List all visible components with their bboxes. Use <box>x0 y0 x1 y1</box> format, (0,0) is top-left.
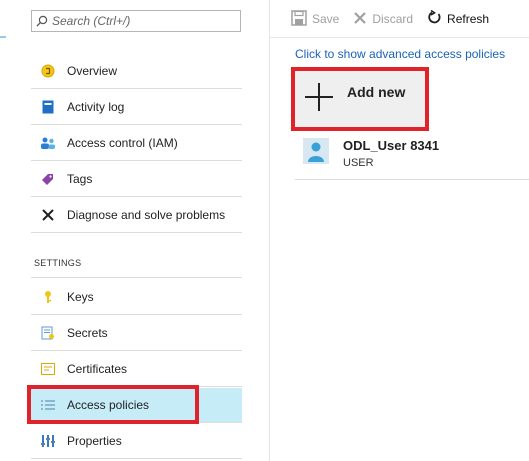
discard-label: Discard <box>372 12 414 26</box>
highlight-access-policies <box>27 385 199 424</box>
nav-item-label: Secrets <box>67 326 108 340</box>
people-icon <box>31 136 63 150</box>
nav-item-label: Activity log <box>67 100 125 114</box>
key-icon <box>31 290 63 304</box>
resource-menu-pane: Search (Ctrl+/) Overview Activity log Ac… <box>0 0 262 461</box>
search-icon <box>32 15 52 27</box>
discard-button[interactable]: Discard <box>353 11 413 28</box>
highlight-add-new <box>291 67 429 131</box>
properties-icon <box>31 434 63 448</box>
nav-item-label: Properties <box>67 434 122 448</box>
toolbar-divider <box>270 37 529 38</box>
certificate-icon <box>31 363 63 375</box>
refresh-icon <box>427 9 442 28</box>
wrench-icon <box>31 208 63 222</box>
access-policy-row[interactable]: ODL_User 8341 USER <box>295 134 529 180</box>
nav-item-label: Access control (IAM) <box>67 136 178 150</box>
nav-item-tags[interactable]: Tags <box>31 162 242 197</box>
nav-item-keys[interactable]: Keys <box>31 280 242 315</box>
nav-item-properties[interactable]: Properties <box>31 424 242 459</box>
search-input[interactable]: Search (Ctrl+/) <box>52 14 130 28</box>
nav-item-label: Overview <box>67 64 118 78</box>
secret-document-icon <box>31 326 63 340</box>
refresh-button[interactable]: Refresh <box>427 9 490 28</box>
user-type: USER <box>343 157 374 169</box>
nav-item-certificates[interactable]: Certificates <box>31 352 242 387</box>
pane-divider <box>269 0 270 461</box>
activity-log-icon <box>31 100 63 114</box>
settings-heading: SETTINGS <box>34 258 82 268</box>
advanced-access-policies-link[interactable]: Click to show advanced access policies <box>295 47 505 61</box>
command-bar: Save Discard Refresh <box>291 8 503 30</box>
user-icon <box>303 138 329 169</box>
nav-item-secrets[interactable]: Secrets <box>31 316 242 351</box>
overview-icon <box>31 64 63 78</box>
divider <box>31 277 242 278</box>
save-label: Save <box>312 12 340 26</box>
nav-item-label: Tags <box>67 172 93 186</box>
nav-item-label: Keys <box>67 290 94 304</box>
nav-item-label: Diagnose and solve problems <box>67 208 226 222</box>
nav-item-overview[interactable]: Overview <box>31 54 242 89</box>
save-button[interactable]: Save <box>291 9 340 29</box>
refresh-label: Refresh <box>447 12 490 26</box>
save-icon <box>291 9 307 29</box>
nav-item-label: Certificates <box>67 362 128 376</box>
search-box[interactable]: Search (Ctrl+/) <box>31 10 241 32</box>
tag-icon <box>31 172 63 186</box>
nav-item-access-control[interactable]: Access control (IAM) <box>31 126 242 161</box>
close-icon <box>353 11 367 28</box>
user-name: ODL_User 8341 <box>343 138 440 153</box>
pane-accent-line <box>0 36 6 38</box>
nav-item-diagnose[interactable]: Diagnose and solve problems <box>31 198 242 233</box>
nav-item-activity-log[interactable]: Activity log <box>31 90 242 125</box>
